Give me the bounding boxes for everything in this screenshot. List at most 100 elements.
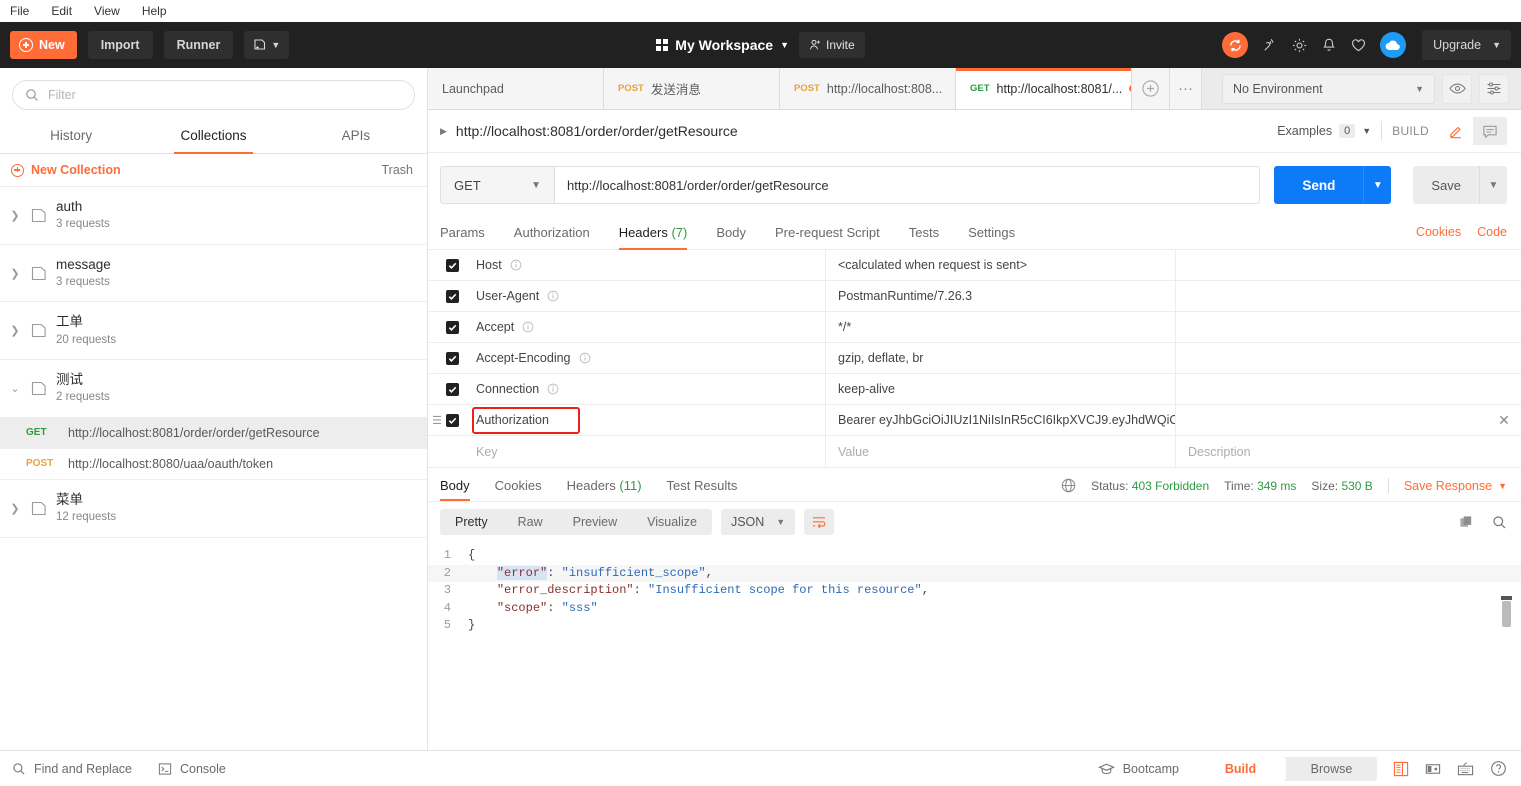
chevron-right-icon[interactable]: ❯	[8, 267, 22, 280]
tab-send-message[interactable]: POST 发送消息	[604, 68, 780, 109]
header-key-cell[interactable]: User-Agent	[472, 281, 826, 311]
examples-dropdown[interactable]: Examples 0 ▼	[1277, 124, 1371, 138]
header-key-cell[interactable]: Accept	[472, 312, 826, 342]
table-row-empty[interactable]: Key Value Description	[428, 436, 1521, 467]
header-description-cell[interactable]	[1176, 343, 1521, 373]
menu-item-edit[interactable]: Edit	[49, 4, 74, 18]
import-button[interactable]: Import	[87, 31, 153, 59]
collection-item-message[interactable]: ❯ message 3 requests	[0, 245, 427, 303]
checkbox[interactable]	[446, 289, 459, 303]
header-description-cell[interactable]	[1176, 312, 1521, 342]
save-options-button[interactable]: ▼	[1479, 166, 1507, 204]
table-row[interactable]: Connection keep-alive	[428, 374, 1521, 405]
runner-button[interactable]: Runner	[163, 31, 234, 59]
checkbox[interactable]	[446, 382, 459, 396]
chevron-right-icon[interactable]: ▶	[440, 126, 447, 137]
request-item-oauth-token[interactable]: POST http://localhost:8080/uaa/oauth/tok…	[0, 449, 427, 480]
keyboard-shortcuts-button[interactable]	[1457, 761, 1474, 777]
heart-icon[interactable]	[1350, 37, 1367, 54]
chevron-right-icon[interactable]: ❯	[8, 324, 22, 337]
header-value-cell[interactable]: <calculated when request is sent>	[826, 250, 1176, 280]
find-and-replace-button[interactable]: Find and Replace	[12, 762, 132, 776]
comment-button[interactable]	[1473, 117, 1507, 145]
send-options-button[interactable]: ▼	[1363, 166, 1392, 204]
save-button[interactable]: Save	[1413, 166, 1479, 204]
table-row-authorization[interactable]: ☰ Authorization Bearer eyJhbGciOiJIUzI1N…	[428, 405, 1521, 436]
chevron-down-icon[interactable]: ⌄	[8, 382, 22, 395]
header-description-cell[interactable]	[1176, 281, 1521, 311]
bootcamp-button[interactable]: Bootcamp	[1097, 762, 1179, 776]
tab-authorization[interactable]: Authorization	[514, 225, 590, 249]
search-input[interactable]	[48, 88, 402, 102]
header-value-cell[interactable]: keep-alive	[826, 374, 1176, 404]
collection-item-gongdan[interactable]: ❯ 工单 20 requests	[0, 302, 427, 361]
header-key-cell-authorization[interactable]: Authorization	[472, 405, 826, 435]
menu-item-view[interactable]: View	[92, 4, 122, 18]
header-value-cell[interactable]: gzip, deflate, br	[826, 343, 1176, 373]
copy-button[interactable]	[1459, 515, 1474, 530]
header-value-cell[interactable]: PostmanRuntime/7.26.3	[826, 281, 1176, 311]
response-tab-cookies[interactable]: Cookies	[495, 478, 542, 501]
tab-headers[interactable]: Headers (7)	[618, 225, 687, 250]
checkbox[interactable]	[446, 320, 459, 334]
header-description-cell-empty[interactable]: Description	[1176, 436, 1521, 467]
tab-params[interactable]: Params	[440, 225, 485, 249]
workspace-selector[interactable]: My Workspace ▼	[656, 37, 789, 53]
browse-toggle[interactable]: Browse	[1286, 757, 1377, 781]
tab-get-localhost[interactable]: GET http://localhost:8081/...	[956, 68, 1132, 109]
header-key-cell-empty[interactable]: Key	[472, 436, 826, 467]
table-row[interactable]: Host <calculated when request is sent>	[428, 250, 1521, 281]
console-button[interactable]: Console	[158, 762, 226, 776]
tab-more-button[interactable]: ···	[1170, 68, 1202, 109]
request-title-row[interactable]: ▶ http://localhost:8081/order/order/getR…	[440, 123, 738, 139]
collection-item-ceshi[interactable]: ⌄ 测试 2 requests	[0, 360, 427, 418]
header-value-cell[interactable]: */*	[826, 312, 1176, 342]
response-format-selector[interactable]: JSON ▼	[720, 509, 796, 535]
tab-launchpad[interactable]: Launchpad	[428, 68, 604, 109]
header-key-cell[interactable]: Host	[472, 250, 826, 280]
code-link[interactable]: Code	[1477, 225, 1507, 239]
cloud-icon[interactable]	[1380, 32, 1407, 58]
new-window-button[interactable]: ▼	[244, 31, 290, 59]
checkbox[interactable]	[446, 258, 459, 272]
tab-settings[interactable]: Settings	[968, 225, 1015, 249]
checkbox[interactable]	[446, 413, 459, 427]
table-row[interactable]: User-Agent PostmanRuntime/7.26.3	[428, 281, 1521, 312]
collection-item-caidan[interactable]: ❯ 菜单 12 requests	[0, 480, 427, 538]
response-tab-body[interactable]: Body	[440, 478, 470, 501]
chevron-right-icon[interactable]: ❯	[8, 209, 22, 222]
two-pane-button[interactable]	[1393, 761, 1409, 777]
header-description-cell[interactable]	[1176, 250, 1521, 280]
vertical-scrollbar[interactable]	[1501, 596, 1512, 627]
header-key-cell[interactable]: Accept-Encoding	[472, 343, 826, 373]
response-body[interactable]: 1 { 2 "error": "insufficient_scope", 3 "…	[428, 543, 1521, 750]
tab-apis[interactable]: APIs	[285, 119, 427, 153]
split-pane-button[interactable]	[1425, 761, 1441, 777]
new-collection-button[interactable]: New Collection	[11, 163, 121, 177]
filter-box[interactable]	[12, 80, 415, 110]
menu-item-file[interactable]: File	[8, 4, 31, 18]
send-button[interactable]: Send	[1274, 166, 1364, 204]
tab-pre-request-script[interactable]: Pre-request Script	[775, 225, 880, 249]
tab-collections[interactable]: Collections	[142, 119, 284, 154]
header-value-cell-empty[interactable]: Value	[826, 436, 1176, 467]
add-tab-button[interactable]	[1132, 68, 1170, 109]
word-wrap-button[interactable]	[804, 509, 835, 535]
satellite-icon[interactable]	[1261, 37, 1278, 54]
header-description-cell[interactable]	[1176, 405, 1487, 435]
environment-selector[interactable]: No Environment ▼	[1222, 73, 1435, 104]
tab-history[interactable]: History	[0, 119, 142, 153]
environment-quicklook-button[interactable]	[1442, 73, 1472, 104]
chevron-right-icon[interactable]: ❯	[8, 502, 22, 515]
save-response-button[interactable]: Save Response ▼	[1404, 479, 1507, 493]
search-button[interactable]	[1492, 515, 1507, 530]
tab-body[interactable]: Body	[716, 225, 746, 249]
request-item-get-resource[interactable]: GET http://localhost:8081/order/order/ge…	[0, 417, 427, 449]
response-tab-headers[interactable]: Headers (11)	[567, 478, 642, 501]
manage-environments-button[interactable]	[1479, 73, 1509, 104]
bell-icon[interactable]	[1321, 37, 1337, 54]
drag-handle[interactable]: ☰	[428, 405, 446, 435]
invite-button[interactable]: Invite	[799, 32, 865, 58]
cookies-link[interactable]: Cookies	[1416, 225, 1461, 239]
trash-link[interactable]: Trash	[382, 163, 414, 177]
